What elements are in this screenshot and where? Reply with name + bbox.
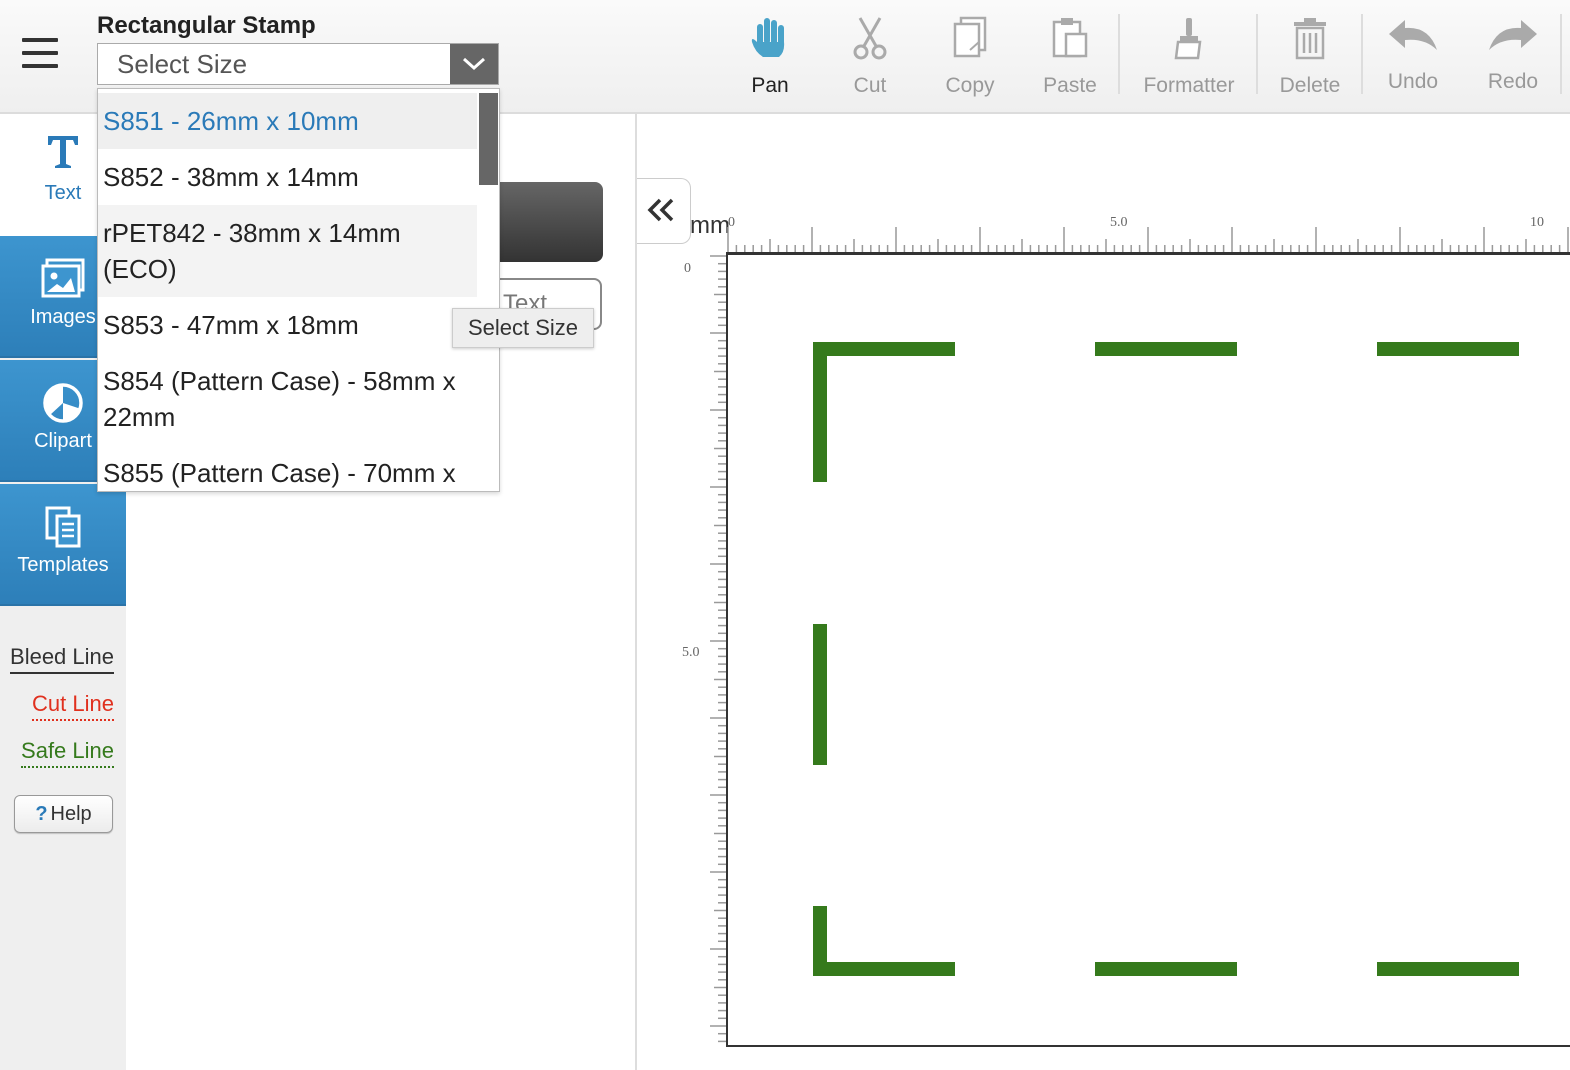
size-select[interactable]: Select Size [97, 43, 499, 85]
paste-icon [1052, 18, 1088, 58]
help-label: Help [50, 803, 92, 825]
vertical-ruler: 0 5.0 [682, 255, 726, 1043]
safe-line-segment [813, 962, 955, 976]
dropdown-scrollbar-thumb[interactable] [479, 93, 498, 185]
cut-line-toggle[interactable]: Cut Line [32, 691, 114, 721]
size-dropdown-list[interactable]: S851 - 26mm x 10mm S852 - 38mm x 14mm rP… [97, 88, 500, 492]
collapse-panel-button[interactable] [637, 178, 691, 244]
chevron-down-icon [462, 57, 486, 71]
clipart-icon [43, 383, 83, 423]
pan-label: Pan [751, 74, 789, 97]
dropdown-scrollbar[interactable] [477, 89, 499, 491]
ruler-v-label-0: 0 [684, 261, 691, 276]
size-option[interactable]: S854 (Pattern Case) - 58mm x 22mm [98, 353, 478, 445]
safe-line-segment [1377, 962, 1519, 976]
double-chevron-left-icon [647, 198, 674, 222]
size-tooltip: Select Size [452, 308, 594, 348]
cut-label: Cut [853, 74, 887, 97]
help-button[interactable]: ? Help [14, 795, 113, 833]
undo-tool[interactable]: Undo [1368, 10, 1458, 100]
paste-tool[interactable]: Paste [1025, 10, 1115, 100]
pan-tool[interactable]: Pan [725, 10, 815, 100]
safe-line-toggle[interactable]: Safe Line [21, 738, 114, 768]
design-artboard[interactable] [726, 253, 1570, 1047]
size-option[interactable]: S853 - 47mm x 18mm [98, 297, 478, 353]
delete-label: Delete [1279, 74, 1341, 97]
toolbar-divider [1256, 14, 1258, 94]
copy-label: Copy [945, 74, 995, 97]
formatter-label: Formatter [1143, 74, 1235, 97]
safe-line-segment [1095, 962, 1237, 976]
undo-label: Undo [1387, 70, 1439, 93]
ruler-h-label-10: 10 [1530, 215, 1544, 230]
safe-line-segment [813, 624, 827, 765]
safe-line-segment [813, 342, 827, 482]
ruler-unit: mm [690, 212, 730, 239]
ruler-v-label-5: 5.0 [682, 645, 700, 660]
ruler-h-label-5: 5.0 [1110, 215, 1128, 230]
trash-icon [1294, 18, 1326, 60]
paste-label: Paste [1043, 74, 1097, 97]
redo-label: Redo [1487, 70, 1539, 93]
formatter-tool[interactable]: Formatter [1140, 10, 1238, 100]
size-option[interactable]: S851 - 26mm x 10mm [98, 93, 478, 149]
product-title: Rectangular Stamp [97, 12, 316, 39]
size-select-value: Select Size [117, 49, 248, 79]
safe-line-segment [813, 342, 955, 356]
toolbar-divider [1560, 14, 1562, 94]
cut-tool[interactable]: Cut [825, 10, 915, 100]
toolbar-divider [1361, 14, 1363, 94]
copy-tool[interactable]: Copy [925, 10, 1015, 100]
size-option[interactable]: S852 - 38mm x 14mm [98, 149, 478, 205]
question-icon: ? [35, 803, 48, 825]
scissors-icon [853, 17, 887, 60]
undo-icon [1389, 20, 1437, 50]
size-select-arrow[interactable] [450, 44, 498, 84]
safe-line-segment [1377, 342, 1519, 356]
horizontal-ruler: 0 5.0 10 [726, 215, 1570, 254]
bleed-line-toggle[interactable]: Bleed Line [10, 644, 114, 674]
safe-line-segment [1095, 342, 1237, 356]
panel-divider [635, 114, 637, 1070]
size-option[interactable]: rPET842 - 38mm x 14mm (ECO) [98, 205, 478, 297]
images-icon [41, 258, 85, 298]
menu-icon[interactable] [22, 38, 58, 70]
delete-tool[interactable]: Delete [1265, 10, 1355, 100]
text-icon [48, 136, 78, 168]
templates-icon [45, 506, 81, 548]
redo-icon [1489, 20, 1537, 50]
tab-templates[interactable]: Templates [0, 484, 126, 606]
copy-icon [953, 16, 987, 58]
hand-icon [751, 18, 785, 57]
tab-templates-label: Templates [17, 554, 109, 576]
ruler-h-label-0: 0 [728, 215, 735, 230]
toolbar-divider [1118, 14, 1120, 94]
redo-tool[interactable]: Redo [1468, 10, 1558, 100]
size-option[interactable]: S855 (Pattern Case) - 70mm x [98, 445, 478, 491]
brush-icon [1174, 18, 1202, 60]
